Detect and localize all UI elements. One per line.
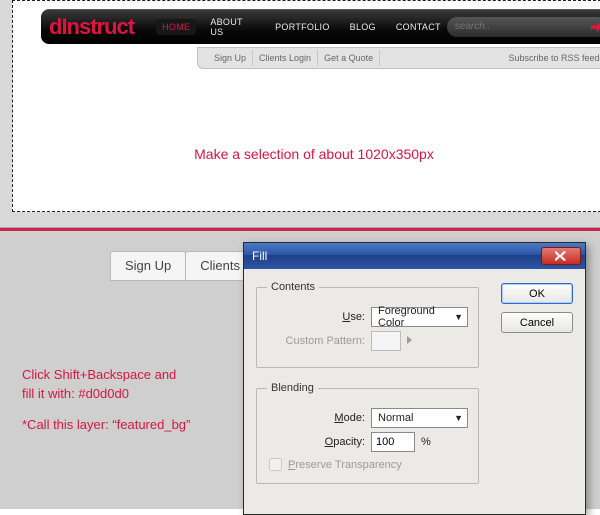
- secondary-bar: Sign Up Clients Login Get a Quote Subscr…: [197, 47, 600, 69]
- subbar-signup[interactable]: Sign Up: [208, 50, 253, 66]
- nav-item-blog[interactable]: BLOG: [344, 19, 382, 35]
- close-icon[interactable]: [541, 247, 581, 265]
- chevron-down-icon: ▼: [454, 312, 463, 322]
- subbar-rss[interactable]: Subscribe to RSS feeds: [508, 53, 600, 63]
- use-select[interactable]: Foreground Color ▼: [371, 307, 468, 327]
- mode-label: Mode:: [267, 412, 365, 424]
- subbar-clients-login[interactable]: Clients Login: [253, 50, 318, 66]
- opacity-unit: %: [421, 436, 431, 448]
- custom-pattern-label: Custom Pattern:: [267, 335, 365, 347]
- tab-signup[interactable]: Sign Up: [110, 251, 186, 281]
- custom-pattern-swatch[interactable]: [371, 331, 401, 351]
- tutorial-top-panel: dInstruct HOME ABOUT US PORTFOLIO BLOG C…: [0, 0, 600, 228]
- use-label: Use:: [267, 311, 365, 323]
- blending-legend: Blending: [267, 382, 318, 394]
- dialog-titlebar[interactable]: Fill: [244, 243, 585, 269]
- selection-marquee: dInstruct HOME ABOUT US PORTFOLIO BLOG C…: [12, 0, 600, 212]
- mode-value: Normal: [378, 412, 413, 424]
- opacity-input[interactable]: [371, 432, 415, 452]
- search-submit-icon[interactable]: [589, 20, 600, 34]
- fill-dialog: Fill OK Cancel Contents Use: Foreground …: [243, 242, 586, 515]
- nav-item-home[interactable]: HOME: [156, 19, 196, 35]
- brand-logo: dInstruct: [49, 14, 134, 40]
- main-navbar: dInstruct HOME ABOUT US PORTFOLIO BLOG C…: [41, 9, 600, 44]
- contents-group: Contents Use: Foreground Color ▼ Custom …: [256, 281, 479, 368]
- nav-menu: HOME ABOUT US PORTFOLIO BLOG CONTACT: [156, 14, 447, 40]
- blending-group: Blending Mode: Normal ▼ Opacity: % Prese…: [256, 382, 479, 484]
- ok-button[interactable]: OK: [501, 283, 573, 304]
- selection-instruction: Make a selection of about 1020x350px: [13, 146, 600, 162]
- annotation-text: Click Shift+Backspace and fill it with: …: [22, 366, 190, 447]
- dialog-button-column: OK Cancel: [501, 283, 573, 333]
- preserve-transparency-checkbox[interactable]: [269, 458, 282, 471]
- contents-legend: Contents: [267, 281, 319, 293]
- opacity-label: Opacity:: [267, 436, 365, 448]
- search-input[interactable]: [455, 21, 589, 32]
- dialog-body: OK Cancel Contents Use: Foreground Color…: [244, 269, 585, 514]
- search-box: [447, 17, 600, 37]
- use-value: Foreground Color: [378, 305, 454, 329]
- chevron-down-icon: ▼: [454, 413, 463, 423]
- nav-item-contact[interactable]: CONTACT: [390, 19, 447, 35]
- preserve-transparency-label: Preserve Transparency: [288, 459, 402, 471]
- tutorial-bottom-panel: Sign Up Clients Logi Click Shift+Backspa…: [0, 231, 600, 509]
- annot-line-1: Click Shift+Backspace and: [22, 367, 176, 382]
- mode-select[interactable]: Normal ▼: [371, 408, 468, 428]
- cancel-button[interactable]: Cancel: [501, 312, 573, 333]
- annot-line-2: fill it with: #d0d0d0: [22, 386, 129, 401]
- preserve-transparency-row[interactable]: Preserve Transparency: [269, 458, 468, 471]
- annot-line-3: *Call this layer: “featured_bg”: [22, 416, 190, 435]
- nav-item-portfolio[interactable]: PORTFOLIO: [269, 19, 336, 35]
- subbar-get-quote[interactable]: Get a Quote: [318, 50, 380, 66]
- nav-item-about[interactable]: ABOUT US: [204, 14, 261, 40]
- dialog-title-text: Fill: [252, 249, 267, 263]
